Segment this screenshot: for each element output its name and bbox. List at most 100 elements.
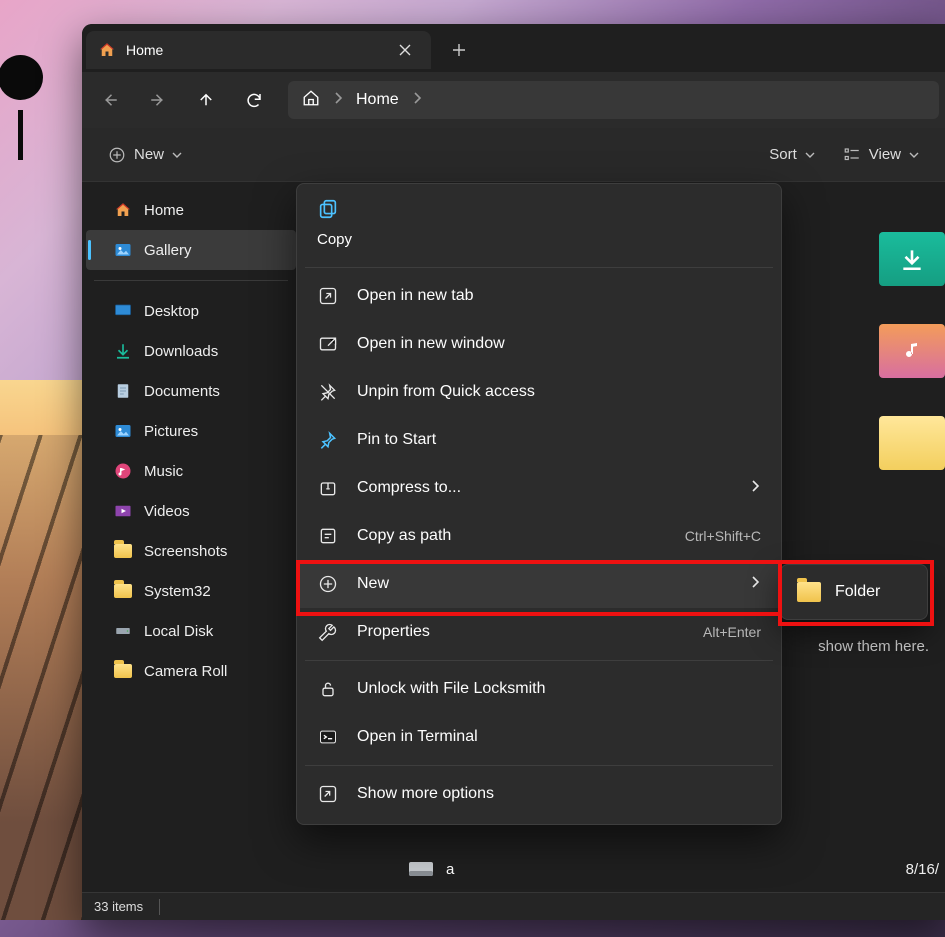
gallery-icon [114, 241, 132, 259]
tab-home[interactable]: Home [86, 31, 431, 69]
context-menu: Copy Open in new tab Open in new window … [296, 183, 782, 825]
downloads-tile[interactable] [879, 232, 945, 286]
sort-button[interactable]: Sort [763, 137, 825, 173]
toolbar: New Sort View [82, 128, 945, 182]
open-new-window-icon [317, 333, 339, 355]
sidebar-item-label: Local Disk [144, 623, 213, 640]
sidebar-item-videos[interactable]: Videos [82, 491, 300, 531]
ctx-label: Open in Terminal [357, 728, 478, 746]
unpin-icon [317, 381, 339, 403]
ctx-open-new-tab[interactable]: Open in new tab [297, 272, 781, 320]
drive-icon [408, 860, 434, 878]
folder-icon [114, 662, 132, 680]
ctx-label: Properties [357, 623, 430, 641]
sidebar-item-documents[interactable]: Documents [82, 371, 300, 411]
sidebar-item-label: Home [144, 202, 184, 219]
breadcrumb-home[interactable]: Home [356, 91, 399, 109]
desktop-icon [114, 302, 132, 320]
chevron-right-icon [749, 479, 761, 497]
sidebar-item-label: Downloads [144, 343, 218, 360]
sidebar-item-local-disk[interactable]: Local Disk [82, 611, 300, 651]
sort-button-label: Sort [769, 146, 797, 163]
context-menu-header[interactable]: Copy [297, 190, 781, 263]
sidebar-item-gallery[interactable]: Gallery [86, 230, 296, 270]
ctx-label: Unlock with File Locksmith [357, 680, 546, 698]
lock-icon [317, 678, 339, 700]
ctx-pin-to-start[interactable]: Pin to Start [297, 416, 781, 464]
file-name: a [446, 861, 454, 878]
ctx-label: Show more options [357, 785, 494, 803]
status-bar: 33 items [82, 892, 945, 920]
sidebar-item-label: Camera Roll [144, 663, 227, 680]
ctx-label: Pin to Start [357, 431, 436, 449]
ctx-show-more-options[interactable]: Show more options [297, 770, 781, 818]
file-date: 8/16/ [906, 861, 939, 878]
sidebar-item-label: System32 [144, 583, 211, 600]
copy-label: Copy [317, 231, 352, 248]
music-tile[interactable] [879, 324, 945, 378]
submenu-folder[interactable]: Folder [835, 583, 880, 601]
submenu-new: Folder [780, 564, 928, 620]
disk-icon [114, 622, 132, 640]
ctx-label: Copy as path [357, 527, 451, 545]
ctx-open-new-window[interactable]: Open in new window [297, 320, 781, 368]
back-button[interactable] [88, 78, 132, 122]
ctx-label: Compress to... [357, 479, 461, 497]
sidebar-item-label: Music [144, 463, 183, 480]
sidebar-item-music[interactable]: Music [82, 451, 300, 491]
ctx-unpin-quick-access[interactable]: Unpin from Quick access [297, 368, 781, 416]
hint-text: show them here. [818, 638, 929, 655]
documents-icon [114, 382, 132, 400]
sidebar-item-downloads[interactable]: Downloads [82, 331, 300, 371]
new-button[interactable]: New [98, 137, 192, 173]
music-icon [114, 462, 132, 480]
chevron-right-icon [411, 91, 423, 109]
folder-icon [114, 542, 132, 560]
ctx-open-in-terminal[interactable]: Open in Terminal [297, 713, 781, 761]
ctx-label: New [357, 575, 389, 593]
sidebar-item-system32[interactable]: System32 [82, 571, 300, 611]
home-icon [98, 41, 116, 59]
new-tab-button[interactable] [439, 30, 479, 70]
home-icon [114, 201, 132, 219]
sidebar-item-label: Videos [144, 503, 190, 520]
ctx-label: Unpin from Quick access [357, 383, 535, 401]
item-count: 33 items [94, 899, 143, 914]
forward-button[interactable] [136, 78, 180, 122]
sidebar-item-label: Pictures [144, 423, 198, 440]
sidebar-item-label: Documents [144, 383, 220, 400]
chevron-right-icon [749, 575, 761, 593]
more-options-icon [317, 783, 339, 805]
sidebar-item-desktop[interactable]: Desktop [82, 291, 300, 331]
sidebar-item-screenshots[interactable]: Screenshots [82, 531, 300, 571]
ctx-compress-to[interactable]: Compress to... [297, 464, 781, 512]
pin-icon [317, 429, 339, 451]
address-bar[interactable]: Home [288, 81, 939, 119]
sidebar-item-label: Desktop [144, 303, 199, 320]
sidebar: Home Gallery Desktop Downloads Documents [82, 182, 300, 892]
folder-icon [114, 582, 132, 600]
sidebar-item-camera-roll[interactable]: Camera Roll [82, 651, 300, 691]
view-button[interactable]: View [833, 137, 929, 173]
pictures-icon [114, 422, 132, 440]
folder-icon [797, 582, 821, 602]
properties-icon [317, 621, 339, 643]
file-explorer-window: Home Home [82, 24, 945, 920]
download-icon [114, 342, 132, 360]
archive-icon [317, 477, 339, 499]
ctx-properties[interactable]: Properties Alt+Enter [297, 608, 781, 656]
ctx-unlock-file-locksmith[interactable]: Unlock with File Locksmith [297, 665, 781, 713]
generic-folder-tile[interactable] [879, 416, 945, 470]
close-tab-button[interactable] [391, 36, 419, 64]
file-row[interactable]: a [408, 860, 454, 878]
up-button[interactable] [184, 78, 228, 122]
copy-path-icon [317, 525, 339, 547]
new-icon [317, 573, 339, 595]
sidebar-item-pictures[interactable]: Pictures [82, 411, 300, 451]
shortcut-text: Ctrl+Shift+C [685, 528, 761, 544]
ctx-new[interactable]: New [297, 560, 781, 608]
refresh-button[interactable] [232, 78, 276, 122]
copy-icon [317, 198, 761, 225]
sidebar-item-home[interactable]: Home [82, 190, 300, 230]
ctx-copy-as-path[interactable]: Copy as path Ctrl+Shift+C [297, 512, 781, 560]
